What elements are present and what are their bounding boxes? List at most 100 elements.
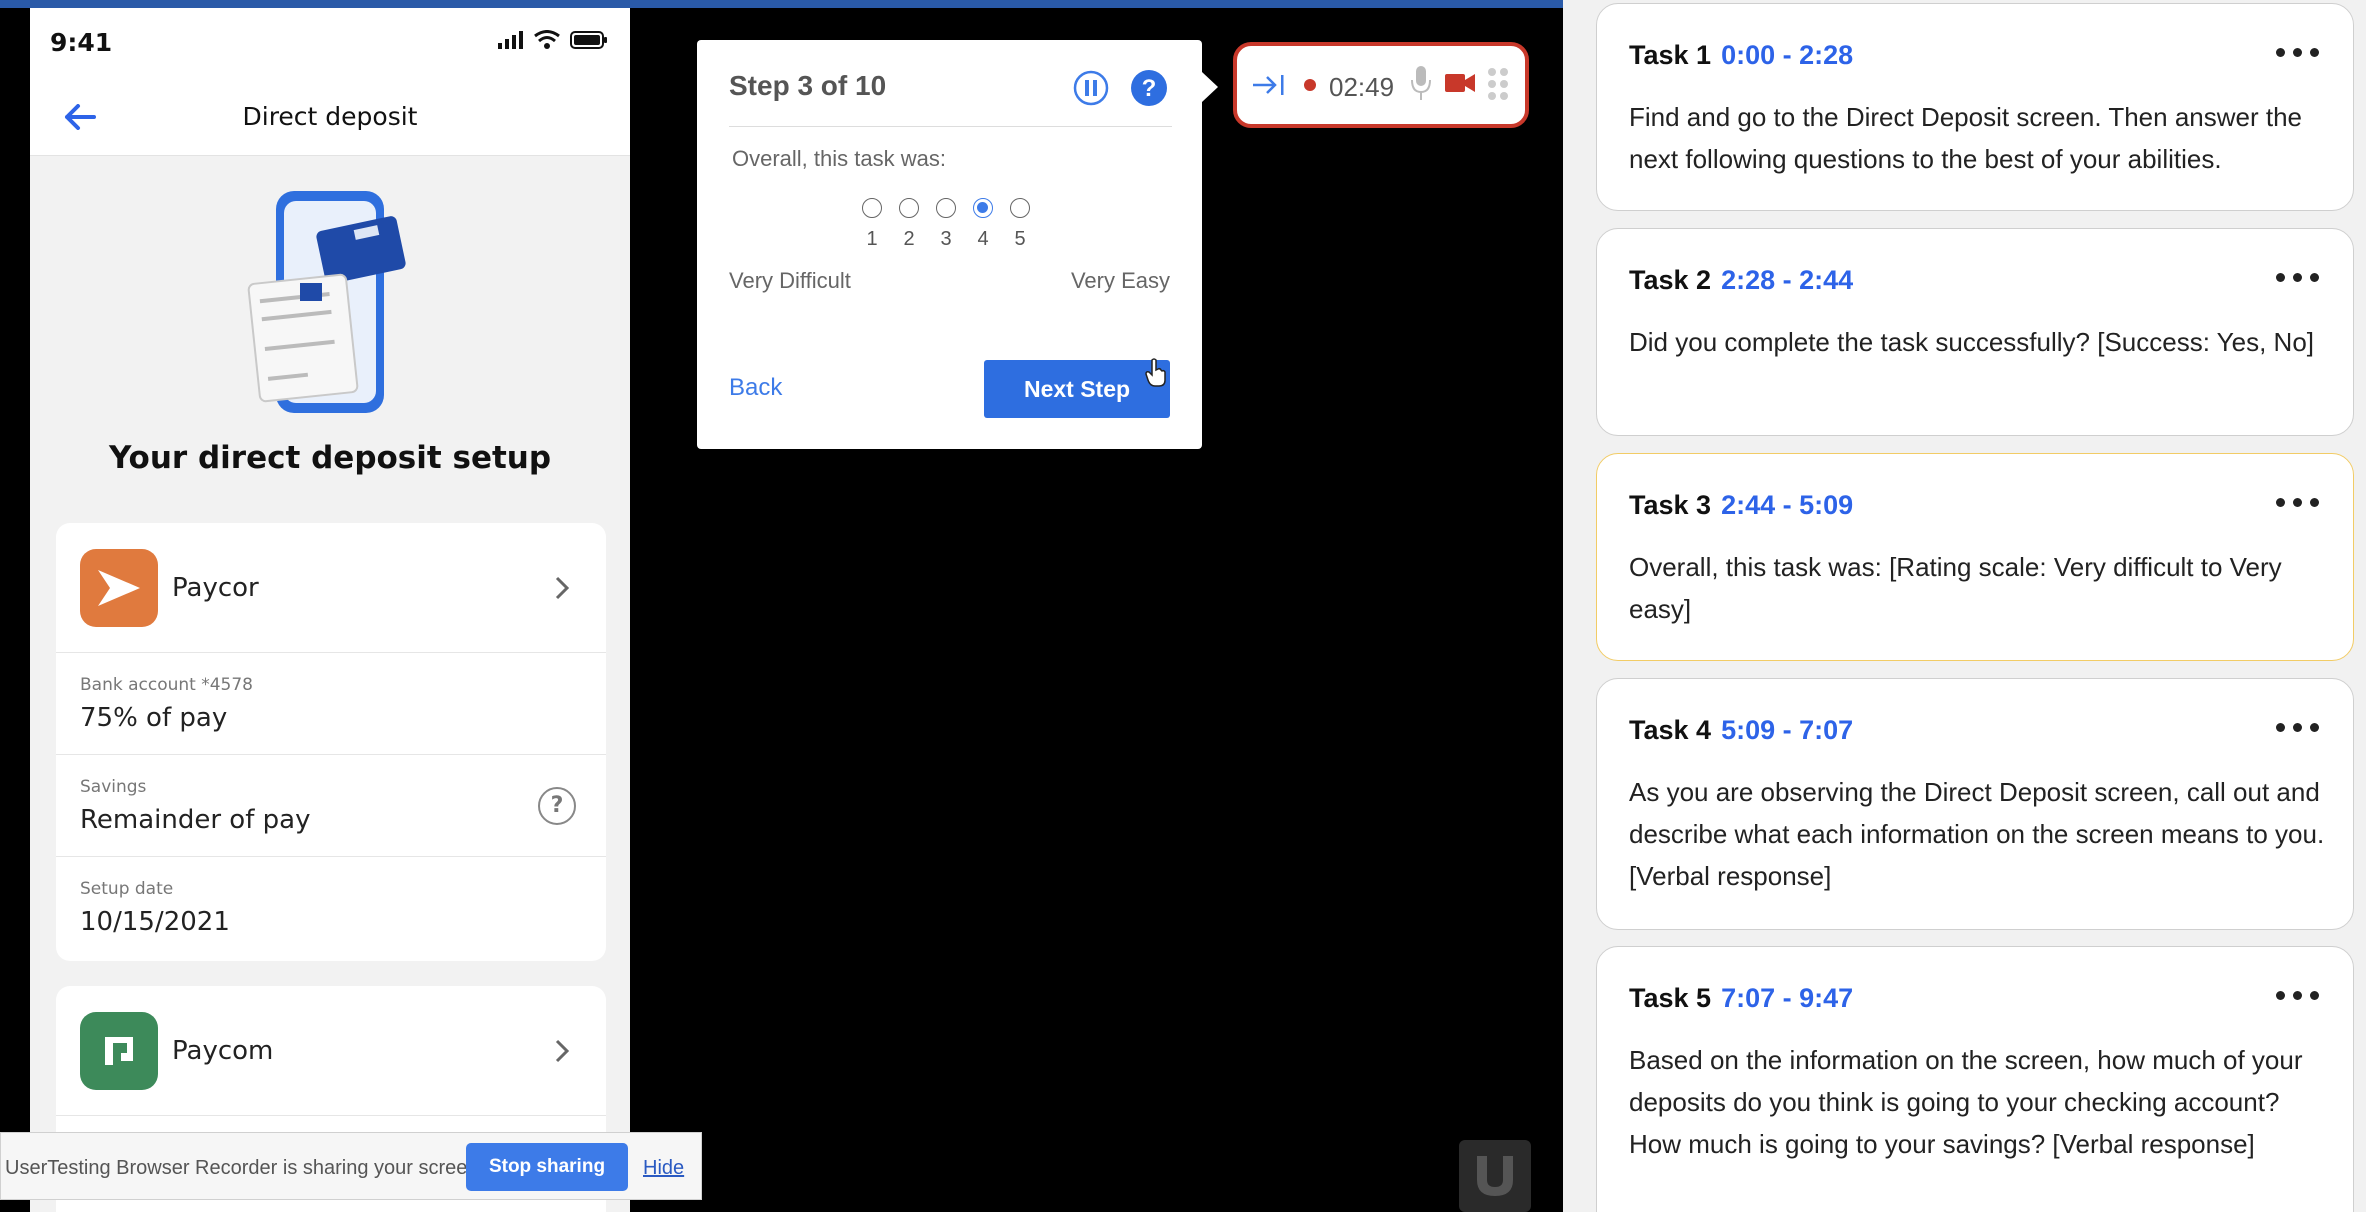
employer-name: Paycor [172, 573, 259, 603]
rating-number: 4 [977, 228, 989, 250]
task-time-range[interactable]: 0:00 - 2:28 [1721, 40, 1853, 70]
task-time-range[interactable]: 2:44 - 5:09 [1721, 490, 1853, 520]
employer-row-paycor[interactable]: Paycor [56, 523, 606, 653]
session-video: 9:41 Direct deposit Your direct deposit … [0, 0, 1563, 1212]
field-value: Remainder of pay [80, 805, 311, 835]
help-icon[interactable]: ? [1131, 70, 1167, 106]
task-text: Find and go to the Direct Deposit screen… [1629, 102, 2303, 174]
radio-button[interactable] [899, 198, 919, 218]
chevron-right-icon [555, 576, 570, 600]
more-options-icon[interactable] [2276, 723, 2319, 732]
recording-dot-icon [1304, 79, 1316, 91]
rating-scale: 1 2 3 4 5 [857, 198, 1035, 251]
step-dialog: Step 3 of 10 ? Overall, this task was: 1… [697, 40, 1218, 449]
radio-button-selected[interactable] [973, 198, 993, 218]
phone-screen: 9:41 Direct deposit Your direct deposit … [0, 8, 630, 1212]
scale-high-label: Very Easy [1070, 268, 1170, 293]
savings-field: Savings Remainder of pay ? [56, 755, 606, 857]
task-name: Task 2 [1629, 265, 1712, 295]
next-step-button[interactable]: Next Step [984, 360, 1170, 418]
recording-timer: 02:49 [1329, 72, 1395, 102]
scale-low-label: Very Difficult [729, 268, 851, 293]
employer-name: Paycom [172, 1036, 274, 1066]
hand-cursor-icon [1145, 358, 1166, 387]
task-text: As you are observing the Direct Deposit … [1629, 777, 2325, 891]
dialog-divider [729, 126, 1172, 127]
pause-icon[interactable] [1073, 70, 1109, 106]
task-card-1[interactable]: Task 1 0:00 - 2:28 Find and go to the Dir… [1596, 3, 2354, 211]
dialog-pointer [1202, 72, 1218, 102]
video-margin [0, 8, 30, 1212]
setup-date-field: Setup date 10/15/2021 [56, 857, 606, 959]
task-time-range[interactable]: 2:28 - 2:44 [1721, 265, 1853, 295]
camera-icon[interactable] [1445, 72, 1475, 94]
task-text: Did you complete the task successfully? … [1629, 327, 2315, 357]
recorder-widget: 02:49 [1233, 42, 1529, 128]
task-name: Task 1 [1629, 40, 1712, 70]
rating-number: 1 [866, 228, 878, 250]
rating-option[interactable]: 2 [894, 198, 924, 251]
drag-handle-icon[interactable] [1487, 66, 1509, 102]
help-question-icon[interactable]: ? [538, 787, 576, 825]
task-name: Task 5 [1629, 983, 1712, 1013]
task-header: Task 3 2:44 - 5:09 [1629, 490, 1853, 521]
status-time: 9:41 [50, 28, 113, 57]
task-card-5[interactable]: Task 5 7:07 - 9:47 Based on the informati… [1596, 946, 2354, 1212]
rating-number: 2 [903, 228, 915, 250]
stop-sharing-button[interactable]: Stop sharing [466, 1143, 628, 1191]
more-options-icon[interactable] [2276, 48, 2319, 57]
chevron-right-icon [555, 1039, 570, 1063]
collapse-arrow-icon[interactable] [1251, 70, 1287, 100]
task-name: Task 3 [1629, 490, 1712, 520]
back-button[interactable]: Back [729, 374, 782, 402]
svg-text:?: ? [1142, 75, 1157, 102]
setup-title: Your direct deposit setup [108, 440, 552, 476]
radio-button[interactable] [1010, 198, 1030, 218]
rating-option[interactable]: 4 [968, 198, 998, 251]
rating-option[interactable]: 1 [857, 198, 887, 251]
usertesting-logo-icon [1459, 1140, 1531, 1212]
employer-card-paycor: Paycor Bank account *4578 75% of pay Sav… [56, 523, 606, 961]
bank-account-field: Bank account *4578 75% of pay [56, 653, 606, 755]
task-time-range[interactable]: 7:07 - 9:47 [1721, 983, 1853, 1013]
task-name: Task 4 [1629, 715, 1712, 745]
task-header: Task 2 2:28 - 2:44 [1629, 265, 1853, 296]
rating-option[interactable]: 5 [1005, 198, 1035, 251]
step-question: Overall, this task was: [732, 146, 946, 171]
task-text: Based on the information on the screen, … [1629, 1045, 2303, 1159]
field-label: Setup date [80, 879, 174, 899]
more-options-icon[interactable] [2276, 991, 2319, 1000]
field-value: 75% of pay [80, 703, 228, 733]
field-label: Savings [80, 777, 147, 797]
step-title: Step 3 of 10 [729, 70, 887, 101]
more-options-icon[interactable] [2276, 273, 2319, 282]
task-card-3[interactable]: Task 3 2:44 - 5:09 Overall, this task was… [1596, 453, 2354, 661]
rating-number: 5 [1014, 228, 1026, 250]
task-card-4[interactable]: Task 4 5:09 - 7:07 As you are observing t… [1596, 678, 2354, 930]
task-panel: Task 1 0:00 - 2:28 Find and go to the Dir… [1563, 0, 2366, 1212]
screen-share-bar: UserTesting Browser Recorder is sharing … [0, 1132, 702, 1200]
task-card-2[interactable]: Task 2 2:28 - 2:44 Did you complete the t… [1596, 228, 2354, 436]
nav-bar: Direct deposit [30, 78, 630, 156]
microphone-icon[interactable] [1411, 66, 1431, 102]
signal-icon [498, 31, 523, 49]
direct-deposit-illustration [247, 191, 406, 413]
nav-title: Direct deposit [242, 102, 418, 131]
task-header: Task 4 5:09 - 7:07 [1629, 715, 1853, 746]
task-time-range[interactable]: 5:09 - 7:07 [1721, 715, 1853, 745]
video-top-bar [0, 0, 1563, 8]
radio-button[interactable] [862, 198, 882, 218]
field-value: 10/15/2021 [80, 907, 230, 937]
paycom-logo-icon [80, 1012, 158, 1090]
battery-icon [570, 31, 607, 49]
radio-button[interactable] [936, 198, 956, 218]
task-text: Overall, this task was: [Rating scale: V… [1629, 552, 2282, 624]
rating-number: 3 [940, 228, 952, 250]
task-header: Task 1 0:00 - 2:28 [1629, 40, 1853, 71]
employer-row-paycom[interactable]: Paycom [56, 986, 606, 1116]
field-label: Bank account *4578 [80, 675, 253, 695]
hide-link[interactable]: Hide [643, 1157, 684, 1180]
wifi-icon [534, 30, 560, 49]
more-options-icon[interactable] [2276, 498, 2319, 507]
rating-option[interactable]: 3 [931, 198, 961, 251]
